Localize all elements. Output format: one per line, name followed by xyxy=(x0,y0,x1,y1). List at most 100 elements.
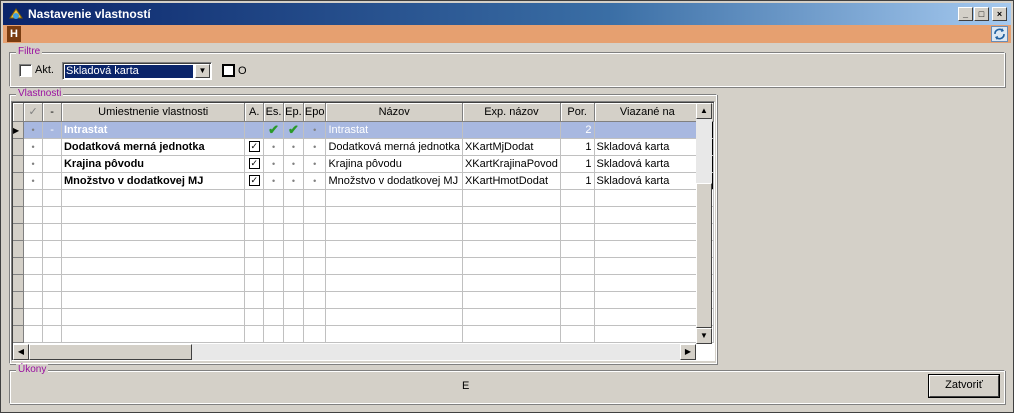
empty-cell[interactable] xyxy=(462,257,561,275)
akt-checkbox[interactable] xyxy=(19,64,32,77)
refresh-button[interactable] xyxy=(991,26,1008,42)
empty-cell[interactable] xyxy=(263,291,284,309)
empty-row[interactable] xyxy=(13,206,714,224)
empty-cell[interactable] xyxy=(283,308,304,326)
empty-cell[interactable] xyxy=(560,240,595,258)
empty-cell[interactable] xyxy=(560,308,595,326)
empty-row[interactable] xyxy=(13,189,714,207)
vertical-scrollbar[interactable]: ▲ ▼ xyxy=(696,103,712,344)
cell-dash[interactable]: - xyxy=(42,121,62,139)
empty-cell[interactable] xyxy=(303,308,327,326)
h-button[interactable]: H xyxy=(7,26,21,42)
empty-cell[interactable] xyxy=(462,189,561,207)
empty-row[interactable] xyxy=(13,291,714,309)
empty-cell[interactable] xyxy=(303,189,327,207)
cell-epo[interactable]: • xyxy=(303,138,327,156)
empty-cell[interactable] xyxy=(61,274,246,292)
col-ep[interactable]: Ep. xyxy=(283,103,304,122)
empty-cell[interactable] xyxy=(303,240,327,258)
row-indicator[interactable] xyxy=(13,325,25,343)
empty-cell[interactable] xyxy=(325,189,463,207)
empty-cell[interactable] xyxy=(23,240,44,258)
empty-cell[interactable] xyxy=(594,325,702,343)
close-button[interactable]: Zatvoriť xyxy=(929,375,999,397)
cell-viazane[interactable]: Skladová karta xyxy=(594,172,702,190)
empty-cell[interactable] xyxy=(325,274,463,292)
empty-cell[interactable] xyxy=(560,291,595,309)
cell-es[interactable]: ✔ xyxy=(263,121,284,139)
cell-por[interactable]: 1 xyxy=(560,155,595,173)
empty-cell[interactable] xyxy=(61,240,246,258)
empty-cell[interactable] xyxy=(23,274,44,292)
empty-cell[interactable] xyxy=(325,291,463,309)
cell-umiestnenie[interactable]: Intrastat xyxy=(61,121,246,139)
scroll-left-icon[interactable]: ◀ xyxy=(13,344,29,360)
empty-row[interactable] xyxy=(13,274,714,292)
row-indicator[interactable]: ▶ xyxy=(13,121,25,139)
scope-select[interactable]: Skladová karta ▼ xyxy=(62,62,212,80)
cell-exp-nazov[interactable]: XKartKrajinaPovod xyxy=(462,155,561,173)
cell-por[interactable]: 1 xyxy=(560,138,595,156)
empty-cell[interactable] xyxy=(462,325,561,343)
horizontal-scrollbar[interactable]: ◀ ▶ xyxy=(13,344,696,360)
cell-exp-nazov[interactable] xyxy=(462,121,561,139)
empty-cell[interactable] xyxy=(325,325,463,343)
empty-cell[interactable] xyxy=(303,325,327,343)
cell-dash[interactable] xyxy=(42,172,62,190)
row-indicator[interactable] xyxy=(13,206,25,224)
empty-cell[interactable] xyxy=(462,223,561,241)
empty-cell[interactable] xyxy=(42,223,62,241)
empty-cell[interactable] xyxy=(23,325,44,343)
cell-ep[interactable]: • xyxy=(283,172,304,190)
row-indicator[interactable] xyxy=(13,155,25,173)
cell-umiestnenie[interactable]: Dodatková merná jednotka xyxy=(61,138,246,156)
cell-epo[interactable]: • xyxy=(303,121,327,139)
empty-cell[interactable] xyxy=(61,325,246,343)
empty-cell[interactable] xyxy=(61,223,246,241)
cell-es[interactable]: • xyxy=(263,155,284,173)
empty-cell[interactable] xyxy=(594,274,702,292)
cell-umiestnenie[interactable]: Množstvo v dodatkovej MJ xyxy=(61,172,246,190)
empty-cell[interactable] xyxy=(594,291,702,309)
empty-cell[interactable] xyxy=(244,325,265,343)
empty-cell[interactable] xyxy=(263,189,284,207)
empty-cell[interactable] xyxy=(61,257,246,275)
cell-nazov[interactable]: Množstvo v dodatkovej MJ xyxy=(325,172,463,190)
row-indicator[interactable] xyxy=(13,172,25,190)
empty-cell[interactable] xyxy=(325,206,463,224)
cell-epo[interactable]: • xyxy=(303,155,327,173)
row-indicator[interactable] xyxy=(13,257,25,275)
empty-cell[interactable] xyxy=(283,206,304,224)
col-check[interactable]: ✓ xyxy=(23,103,44,122)
empty-cell[interactable] xyxy=(560,223,595,241)
row-indicator[interactable] xyxy=(13,223,25,241)
table-row[interactable]: ▶ • - Intrastat ✔ ✔ • Intrastat 2 xyxy=(13,121,714,139)
empty-cell[interactable] xyxy=(244,206,265,224)
empty-cell[interactable] xyxy=(594,257,702,275)
horizontal-scroll-thumb[interactable] xyxy=(29,344,192,360)
col-exp-nazov[interactable]: Exp. názov xyxy=(462,103,561,122)
empty-cell[interactable] xyxy=(42,240,62,258)
cell-flag[interactable]: • xyxy=(23,172,44,190)
row-indicator[interactable] xyxy=(13,274,25,292)
empty-cell[interactable] xyxy=(23,223,44,241)
cell-por[interactable]: 2 xyxy=(560,121,595,139)
empty-cell[interactable] xyxy=(263,257,284,275)
empty-cell[interactable] xyxy=(462,206,561,224)
empty-cell[interactable] xyxy=(42,189,62,207)
cell-ep[interactable]: • xyxy=(283,155,304,173)
cell-ep[interactable]: • xyxy=(283,138,304,156)
empty-cell[interactable] xyxy=(23,257,44,275)
cell-es[interactable]: • xyxy=(263,172,284,190)
empty-cell[interactable] xyxy=(594,189,702,207)
empty-cell[interactable] xyxy=(263,240,284,258)
cell-a[interactable]: ✓ xyxy=(244,172,265,190)
row-indicator[interactable] xyxy=(13,240,25,258)
empty-cell[interactable] xyxy=(263,308,284,326)
cell-nazov[interactable]: Dodatková merná jednotka xyxy=(325,138,463,156)
col-por[interactable]: Por. xyxy=(560,103,595,122)
cell-a[interactable] xyxy=(244,121,265,139)
row-indicator[interactable] xyxy=(13,308,25,326)
scroll-down-icon[interactable]: ▼ xyxy=(696,328,712,344)
empty-cell[interactable] xyxy=(594,206,702,224)
